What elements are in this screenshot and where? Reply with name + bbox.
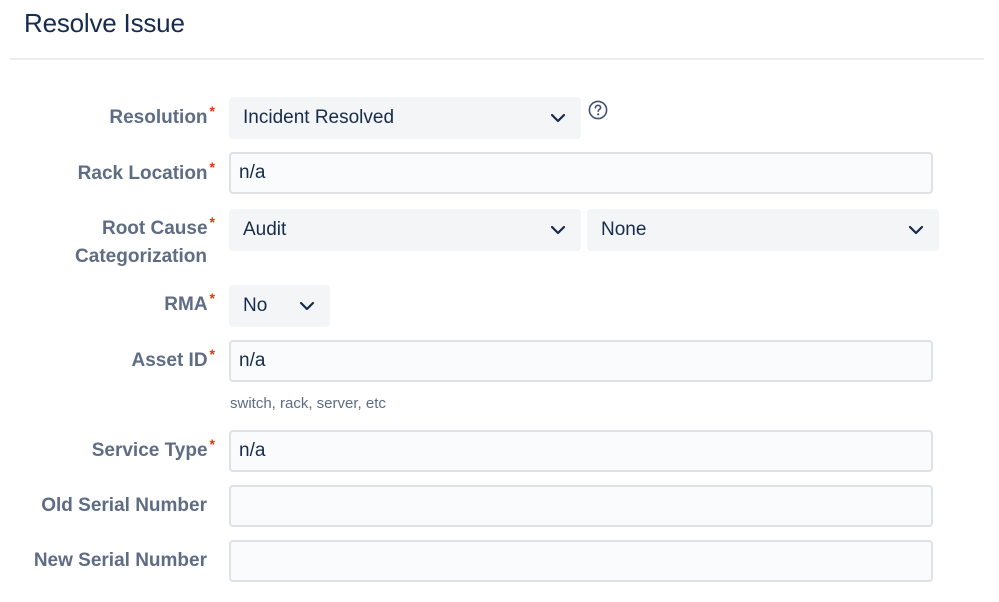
resolution-select[interactable]: Incident Resolved — [229, 97, 581, 139]
rma-value: No — [243, 295, 268, 316]
rma-label-text: RMA — [164, 294, 208, 315]
service-type-input[interactable]: n/a — [229, 430, 933, 472]
required-marker: * — [209, 346, 215, 362]
root-cause-subcategory-select[interactable]: None — [587, 209, 939, 251]
rma-select[interactable]: No — [229, 285, 330, 327]
service-type-label: Service Type * — [91, 436, 215, 465]
required-marker: * — [209, 436, 215, 452]
asset-id-input[interactable]: n/a — [229, 340, 933, 382]
asset-id-label-text: Asset ID — [131, 350, 208, 371]
new-serial-input[interactable] — [229, 540, 933, 582]
root-cause-label: Root Cause * — [101, 214, 215, 243]
chevron-down-icon — [908, 225, 924, 235]
root-cause-label-line2: Categorization — [75, 246, 207, 267]
root-cause-value: Audit — [243, 219, 287, 240]
old-serial-input[interactable] — [229, 485, 933, 527]
resolution-label: Resolution * — [109, 103, 215, 132]
required-marker: * — [209, 159, 215, 175]
root-cause-label-text: Root Cause — [101, 218, 208, 239]
required-marker: * — [209, 290, 215, 306]
root-cause-subcategory-value: None — [601, 219, 647, 240]
chevron-down-icon — [550, 113, 566, 123]
asset-id-hint: switch, rack, server, etc — [230, 395, 386, 412]
resolution-value: Incident Resolved — [243, 107, 395, 128]
old-serial-label: Old Serial Number — [41, 495, 207, 516]
rack-location-input[interactable]: n/a — [229, 152, 933, 194]
required-marker: * — [209, 214, 215, 230]
required-marker: * — [209, 103, 215, 119]
title-divider — [10, 58, 984, 60]
chevron-down-icon — [299, 301, 315, 311]
rma-label: RMA * — [164, 290, 215, 319]
new-serial-label: New Serial Number — [33, 550, 207, 571]
rack-location-label-text: Rack Location — [77, 163, 208, 184]
resolution-label-text: Resolution — [109, 107, 208, 128]
asset-id-label: Asset ID * — [131, 346, 215, 375]
root-cause-select[interactable]: Audit — [229, 209, 581, 251]
dialog-title: Resolve Issue — [24, 8, 185, 38]
question-circle-icon[interactable] — [588, 100, 608, 120]
rack-location-label: Rack Location * — [77, 159, 215, 188]
chevron-down-icon — [550, 225, 566, 235]
service-type-label-text: Service Type — [91, 440, 208, 461]
